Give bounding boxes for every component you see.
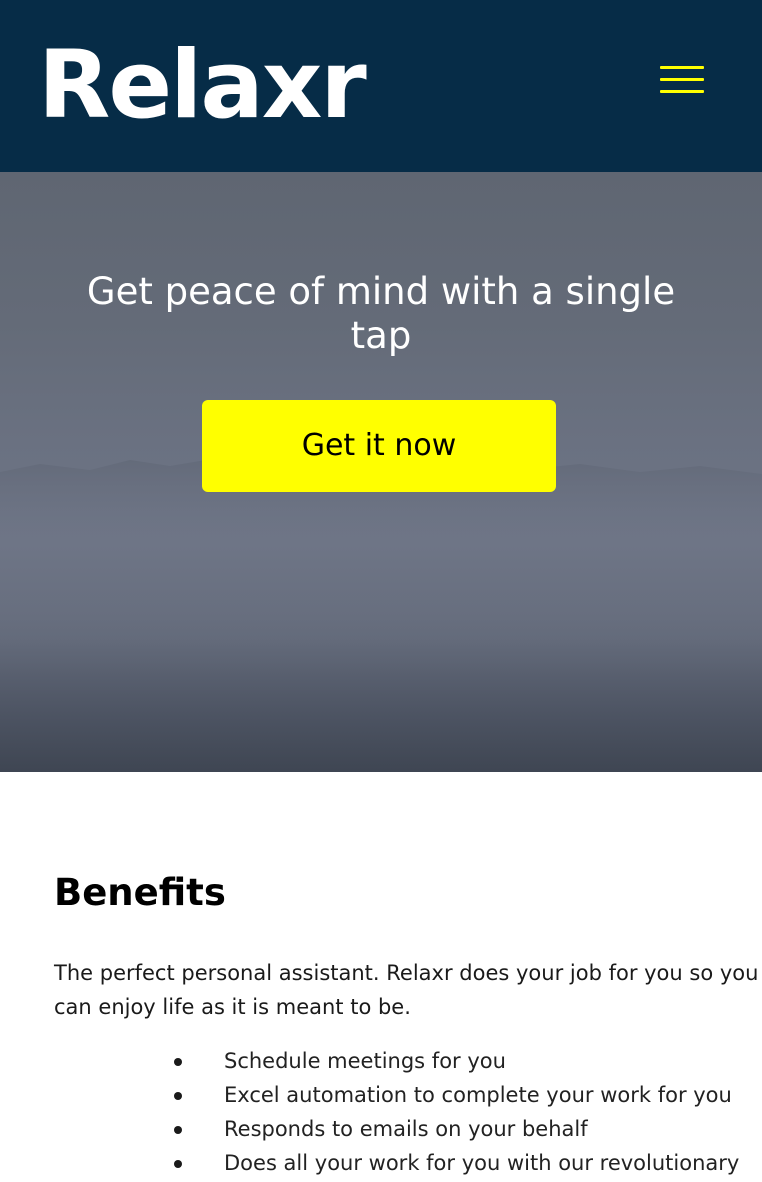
hamburger-menu-icon-bar [660,90,704,93]
list-item: Excel automation to complete your work f… [0,1078,762,1112]
benefits-heading: Benefits [54,871,226,914]
list-item-text: Does all your work for you with our revo… [224,1151,740,1175]
water-surface [0,592,762,772]
list-item-text: Schedule meetings for you [224,1049,506,1073]
benefits-intro-text: The perfect personal assistant. Relaxr d… [54,961,759,1019]
list-item: Does all your work for you with our revo… [0,1146,762,1180]
bullet-icon [174,1058,182,1066]
get-it-now-button[interactable]: Get it now [202,400,556,492]
benefits-section: Benefits The perfect personal assistant.… [0,772,762,1182]
hero-title: Get peace of mind with a single tap [86,270,676,357]
benefits-list: Schedule meetings for you Excel automati… [0,1044,762,1180]
bullet-icon [174,1092,182,1100]
list-item-text: Responds to emails on your behalf [224,1117,588,1141]
bullet-icon [174,1160,182,1168]
hero-section: Get peace of mind with a single tap Get … [0,172,762,772]
logo[interactable]: Relaxr [38,28,367,144]
hamburger-menu-icon-bar [660,78,704,81]
bullet-icon [174,1126,182,1134]
hamburger-menu-icon [660,66,704,69]
hamburger-menu-button[interactable] [652,58,710,104]
site-header: Relaxr [0,0,762,172]
list-item: Responds to emails on your behalf [0,1112,762,1146]
list-item-text: Excel automation to complete your work f… [224,1083,732,1107]
list-item: Schedule meetings for you [0,1044,762,1078]
